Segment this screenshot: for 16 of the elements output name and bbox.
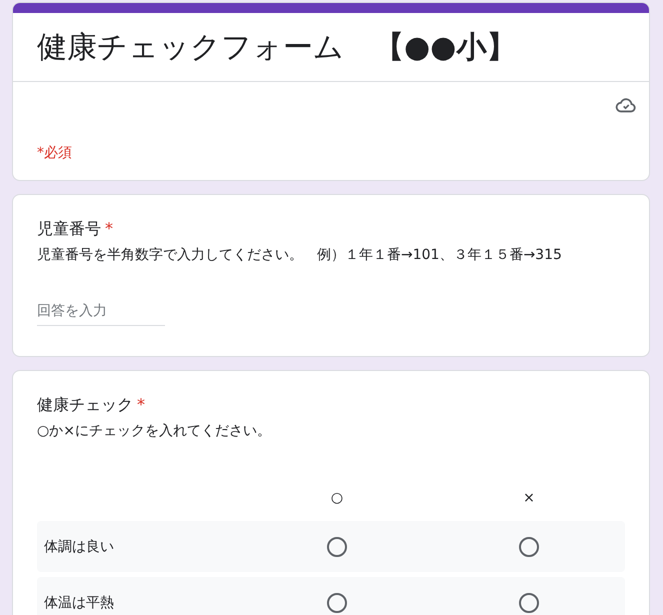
question-title: 児童番号 [37, 219, 101, 240]
radio-button[interactable] [519, 592, 539, 612]
question-description: ○か×にチェックを入れてください。 [37, 422, 272, 440]
column-header: ○ [330, 490, 344, 506]
form-title: 健康チェックフォーム 【●●小】 [13, 13, 649, 82]
question-description: 児童番号を半角数字で入力してください。 例）１年１番→101、３年１５番→315 [37, 246, 563, 264]
question-title: 健康チェック [37, 395, 133, 416]
row-label: 体調は良い [44, 538, 115, 556]
radio-button[interactable] [327, 592, 347, 612]
required-note: *必須 [37, 144, 73, 162]
required-mark: * [105, 219, 113, 238]
row-label: 体温は平熱 [44, 594, 115, 612]
radio-button[interactable] [519, 536, 539, 556]
radio-button[interactable] [327, 536, 347, 556]
column-header: × [522, 490, 536, 506]
required-mark: * [137, 395, 145, 414]
